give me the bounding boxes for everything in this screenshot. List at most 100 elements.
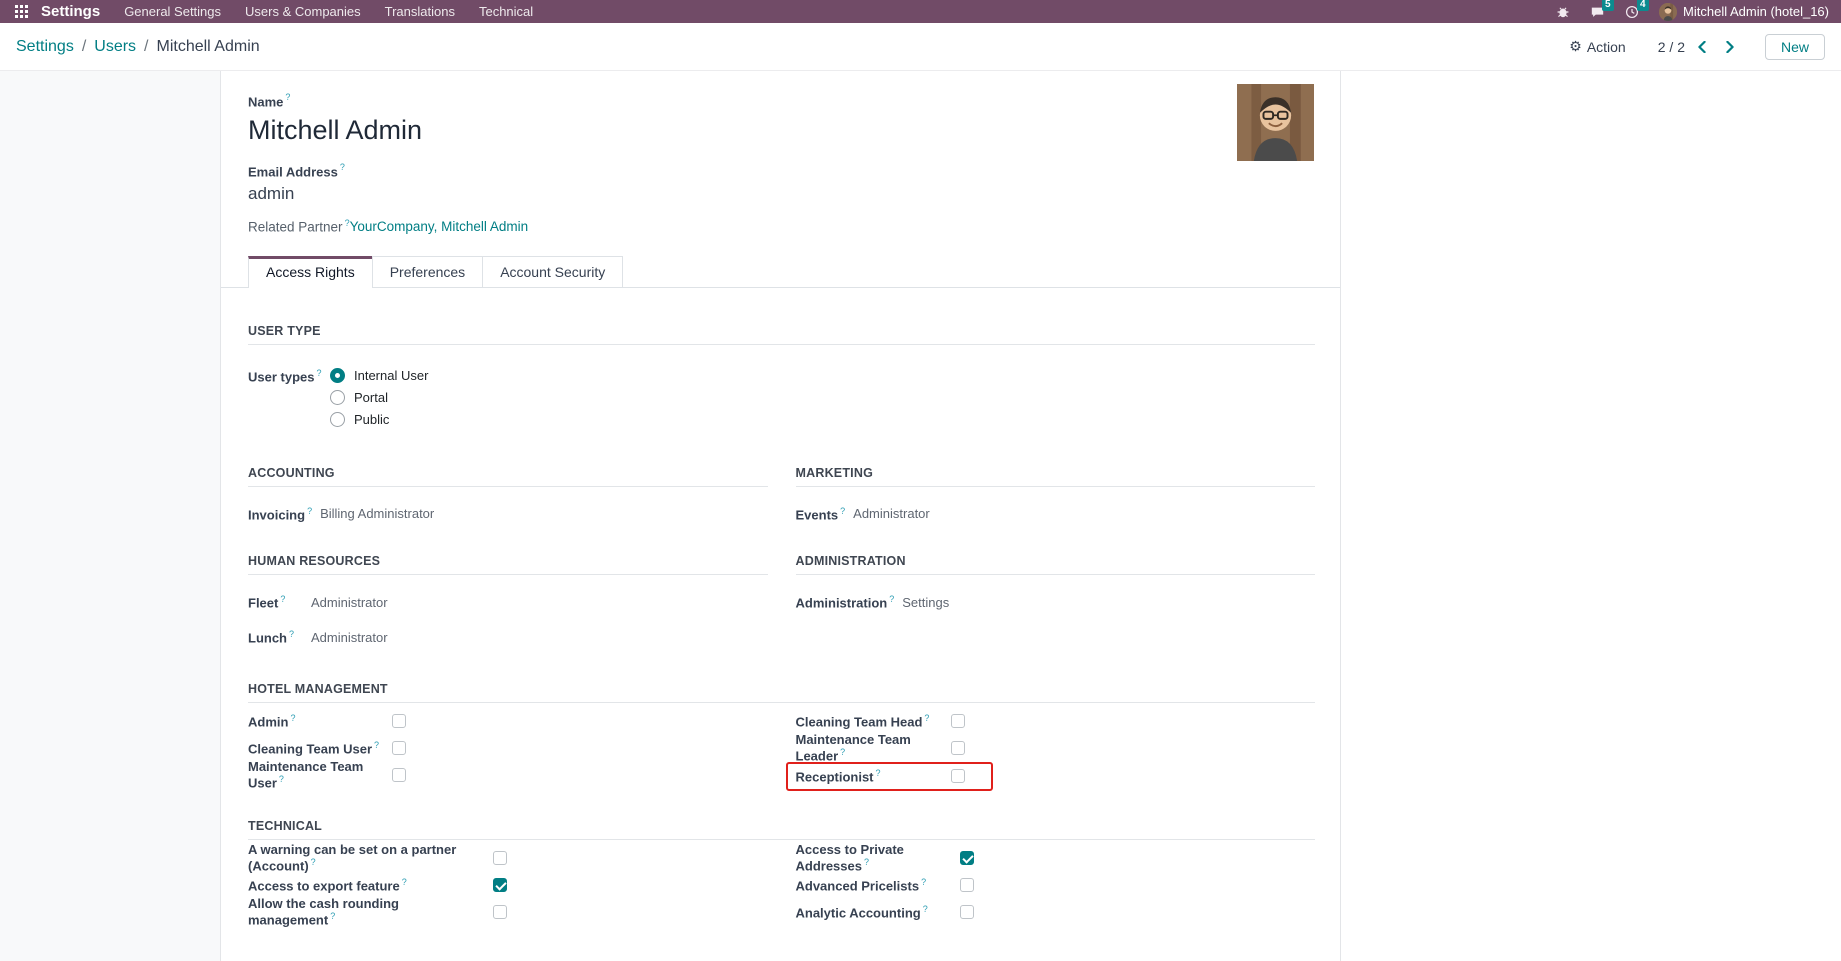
technical-right-column: Access to Private Addresses? Advanced Pr… xyxy=(796,840,1316,926)
messages-icon[interactable]: 5 xyxy=(1590,5,1605,19)
field-invoicing: Invoicing? Billing Administrator xyxy=(248,506,768,522)
control-panel-right: ⚙ Action 2 / 2 New xyxy=(1569,34,1825,60)
group-administration: ADMINISTRATION Administration? Settings xyxy=(796,554,1316,646)
user-types-options: Internal User Portal Public xyxy=(330,368,428,434)
activities-clock-icon[interactable]: 4 xyxy=(1625,5,1639,19)
pager-counter: 2 / 2 xyxy=(1658,39,1685,55)
section-title: MARKETING xyxy=(796,466,1316,480)
help-icon: ? xyxy=(330,911,335,921)
tab-preferences[interactable]: Preferences xyxy=(372,256,483,287)
field-value[interactable]: Administrator xyxy=(853,506,930,521)
checkbox-label: Cleaning Team User? xyxy=(248,740,392,756)
checkbox-label: Maintenance Team User? xyxy=(248,759,392,790)
apps-menu-button[interactable] xyxy=(8,5,35,18)
email-value[interactable]: admin xyxy=(248,184,1315,204)
radio-public[interactable]: Public xyxy=(330,412,428,427)
groups-row-1: ACCOUNTING Invoicing? Billing Administra… xyxy=(248,466,1315,522)
debug-bug-icon[interactable] xyxy=(1556,5,1570,19)
help-icon: ? xyxy=(374,740,379,750)
checkbox-cash-rounding[interactable] xyxy=(493,905,507,919)
checkbox-label: Maintenance Team Leader? xyxy=(796,732,951,763)
radio-internal-user[interactable]: Internal User xyxy=(330,368,428,383)
breadcrumb-users[interactable]: Users xyxy=(94,38,136,56)
checkbox-maintenance-team-leader[interactable] xyxy=(951,741,965,755)
checkbox-label: A warning can be set on a partner (Accou… xyxy=(248,842,493,873)
menu-general-settings[interactable]: General Settings xyxy=(112,0,233,23)
user-name: Mitchell Admin (hotel_16) xyxy=(1683,4,1829,19)
tab-account-security[interactable]: Account Security xyxy=(482,256,623,287)
checkbox-cleaning-team-user[interactable] xyxy=(392,741,406,755)
help-icon: ? xyxy=(311,857,316,867)
section-user-type: USER TYPE User types? Internal User Port… xyxy=(248,324,1315,434)
section-title: TECHNICAL xyxy=(248,819,1315,833)
check-row-warning-partner: A warning can be set on a partner (Accou… xyxy=(248,845,768,872)
field-value[interactable]: Billing Administrator xyxy=(320,506,434,521)
checkbox-label: Admin? xyxy=(248,713,392,729)
checkbox-label: Cleaning Team Head? xyxy=(796,713,951,729)
radio-portal[interactable]: Portal xyxy=(330,390,428,405)
help-icon: ? xyxy=(923,904,928,914)
check-row-export-feature: Access to export feature? xyxy=(248,872,768,899)
section-divider xyxy=(248,574,768,575)
section-title: ADMINISTRATION xyxy=(796,554,1316,568)
user-types-field: User types? Internal User Portal Public xyxy=(248,368,1315,434)
field-label: Fleet? xyxy=(248,594,303,610)
checkbox-analytic-accounting[interactable] xyxy=(960,905,974,919)
checkbox-warning-partner[interactable] xyxy=(493,851,507,865)
checkbox-cleaning-team-head[interactable] xyxy=(951,714,965,728)
user-menu[interactable]: Mitchell Admin (hotel_16) xyxy=(1649,3,1833,21)
breadcrumb-settings[interactable]: Settings xyxy=(16,38,74,56)
radio-icon[interactable] xyxy=(330,390,345,405)
notebook-tabs: Access Rights Preferences Account Securi… xyxy=(221,256,1340,288)
help-icon: ? xyxy=(864,857,869,867)
radio-icon[interactable] xyxy=(330,368,345,383)
help-icon: ? xyxy=(280,594,285,604)
field-value[interactable]: Settings xyxy=(902,595,949,610)
checkbox-advanced-pricelists[interactable] xyxy=(960,878,974,892)
checkbox-private-addresses[interactable] xyxy=(960,851,974,865)
section-title: HOTEL MANAGEMENT xyxy=(248,682,1315,696)
checkbox-label: Access to export feature? xyxy=(248,877,493,893)
action-menu-button[interactable]: ⚙ Action xyxy=(1569,38,1625,55)
check-row-receptionist-highlighted: Receptionist? xyxy=(786,762,993,791)
breadcrumb: Settings / Users / Mitchell Admin xyxy=(16,38,260,56)
radio-icon[interactable] xyxy=(330,412,345,427)
checkbox-label: Receptionist? xyxy=(796,768,951,784)
field-label: Administration? xyxy=(796,594,895,610)
groups-row-2: HUMAN RESOURCES Fleet? Administrator Lun… xyxy=(248,554,1315,646)
group-human-resources: HUMAN RESOURCES Fleet? Administrator Lun… xyxy=(248,554,768,646)
section-title: USER TYPE xyxy=(248,324,1315,338)
group-marketing: MARKETING Events? Administrator xyxy=(796,466,1316,522)
name-value[interactable]: Mitchell Admin xyxy=(248,114,1315,146)
hotel-right-column: Cleaning Team Head? Maintenance Team Lea… xyxy=(796,703,1316,791)
user-photo[interactable] xyxy=(1237,84,1314,161)
menu-users-companies[interactable]: Users & Companies xyxy=(233,0,373,23)
checkbox-export-feature[interactable] xyxy=(493,878,507,892)
check-row-cleaning-team-user: Cleaning Team User? xyxy=(248,735,768,762)
checkbox-receptionist[interactable] xyxy=(951,769,965,783)
form-sheet: Name? Mitchell Admin Email Address? admi… xyxy=(220,71,1341,961)
pager-next-button[interactable] xyxy=(1719,39,1741,55)
help-icon: ? xyxy=(889,594,894,604)
help-icon: ? xyxy=(876,768,881,778)
technical-left-column: A warning can be set on a partner (Accou… xyxy=(248,840,768,926)
help-icon: ? xyxy=(921,877,926,887)
action-label: Action xyxy=(1587,39,1626,55)
menu-technical[interactable]: Technical xyxy=(467,0,545,23)
tab-access-rights[interactable]: Access Rights xyxy=(248,256,373,288)
field-value[interactable]: Administrator xyxy=(311,630,388,645)
checkbox-maintenance-team-user[interactable] xyxy=(392,768,406,782)
new-button[interactable]: New xyxy=(1765,34,1825,60)
field-value[interactable]: Administrator xyxy=(311,595,388,610)
pager-previous-button[interactable] xyxy=(1691,39,1713,55)
checkbox-label: Analytic Accounting? xyxy=(796,904,960,920)
check-row-maintenance-team-user: Maintenance Team User? xyxy=(248,762,768,789)
check-row-private-addresses: Access to Private Addresses? xyxy=(796,845,1316,872)
app-name[interactable]: Settings xyxy=(35,3,112,20)
menu-translations[interactable]: Translations xyxy=(373,0,467,23)
related-partner-link[interactable]: YourCompany, Mitchell Admin xyxy=(350,219,529,234)
check-row-cleaning-team-head: Cleaning Team Head? xyxy=(796,708,1316,735)
chatter-area xyxy=(1341,71,1841,961)
messages-badge: 5 xyxy=(1602,0,1614,11)
checkbox-admin[interactable] xyxy=(392,714,406,728)
